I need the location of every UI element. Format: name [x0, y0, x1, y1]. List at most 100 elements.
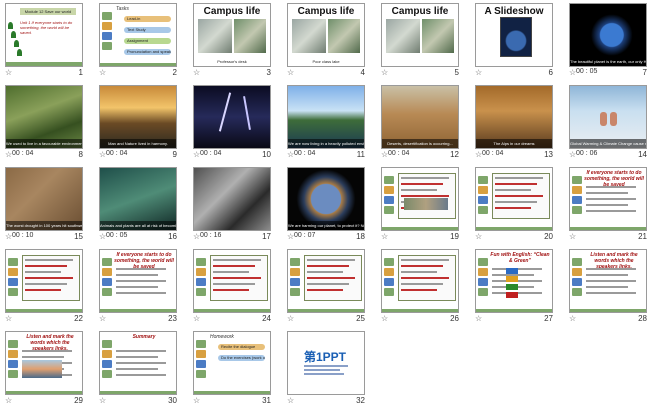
slide-thumbnail[interactable] — [287, 249, 365, 313]
slide-cell[interactable]: Campus life ☆ 5 — [378, 2, 470, 80]
slide-cell[interactable]: ☆ 24 — [190, 248, 282, 326]
slide-cell[interactable]: We are harming our planet, to protect it… — [284, 166, 376, 244]
slide-thumbnail[interactable]: Listen and mark the words which the spea… — [569, 249, 647, 313]
slide-thumbnail[interactable] — [193, 167, 271, 231]
slide-thumbnail[interactable]: If everyone starts to do something, the … — [99, 249, 177, 313]
slide-cell[interactable]: Man and Nature lived in harmony. ☆ 00 : 04… — [96, 84, 188, 162]
slide-cell[interactable]: Deserts, desertification is occurring...… — [378, 84, 470, 162]
slide-thumbnail[interactable]: Campus life Professor's desk — [193, 3, 271, 67]
slide-thumbnail[interactable] — [381, 249, 459, 313]
slide-title: Tasks — [116, 6, 129, 12]
slide-thumbnail[interactable] — [475, 167, 553, 231]
task-pill[interactable]: Lead-in — [124, 16, 171, 22]
slide-thumbnail[interactable]: The Alps in our dreams — [475, 85, 553, 149]
slide-cell[interactable]: ☆ 00 : 04 10 — [190, 84, 282, 162]
slide-cell[interactable]: The worst drought in 100 years hit south… — [2, 166, 94, 244]
text-line — [25, 259, 73, 261]
slide-info-bar: ☆ 21 — [569, 232, 647, 243]
slide-cell[interactable]: Global Warming & Climate Change cause ma… — [566, 84, 658, 162]
slide-cell[interactable]: Campus life Poor class lake ☆ 4 — [284, 2, 376, 80]
slide-thumbnail[interactable]: We are now living in a heavily polluted … — [287, 85, 365, 149]
sidebar-tab — [102, 268, 112, 276]
task-pill[interactable]: Recite the dialogue — [218, 344, 265, 350]
slide-thumbnail[interactable]: Man and Nature lived in harmony. — [99, 85, 177, 149]
slide-footer-band — [570, 227, 646, 230]
transition-star-icon: ☆ — [287, 68, 295, 77]
slide-thumbnail[interactable] — [193, 249, 271, 313]
sidebar-tab — [572, 176, 582, 184]
slide-number: 3 — [266, 68, 271, 77]
text-line — [25, 277, 73, 279]
slide-thumbnail[interactable]: The worst drought in 100 years hit south… — [5, 167, 83, 231]
slide-cell[interactable]: ☆ 19 — [378, 166, 470, 244]
slide-thumbnail[interactable]: Summary — [99, 331, 177, 395]
slide-info-bar: ☆ 22 — [5, 314, 83, 325]
sidebar-tab — [290, 288, 300, 296]
slide-cell[interactable]: A Slideshow ☆ 6 — [472, 2, 564, 80]
slide-cell[interactable]: ☆ 00 : 16 17 — [190, 166, 282, 244]
slide-cell[interactable]: ☆ 26 — [378, 248, 470, 326]
slide-info-bar: ☆ 6 — [475, 68, 553, 79]
slide-thumbnail[interactable]: We are harming our planet, to protect it… — [287, 167, 365, 231]
slide-thumbnail[interactable]: Module 12 Save our world Unit 1 If everyo… — [5, 3, 83, 67]
slide-cell[interactable]: Summary ☆ 30 — [96, 330, 188, 408]
slide-cell[interactable]: ☆ 20 — [472, 166, 564, 244]
slide-cell[interactable]: Tasks Lead-in Text Study Assignment Pronunci… — [96, 2, 188, 80]
task-pill[interactable]: Text Study — [124, 27, 171, 33]
slide-thumbnail[interactable]: Campus life Poor class lake — [287, 3, 365, 67]
task-pill[interactable]: Assignment — [124, 38, 171, 44]
slide-cell[interactable]: We used to live in a favourable environm… — [2, 84, 94, 162]
slide-thumbnail[interactable]: Homework Recite the dialogue Do the exerci… — [193, 331, 271, 395]
slide-cell[interactable]: Fun with English: “Clean & Green” ☆ 27 — [472, 248, 564, 326]
slide-number: 9 — [172, 150, 177, 159]
slide-cell[interactable]: If everyone starts to do something, the … — [566, 166, 658, 244]
slide-cell[interactable]: The beautiful planet is the earth, our o… — [566, 2, 658, 80]
slide-cell[interactable]: The Alps in our dreams ☆ 00 : 04 13 — [472, 84, 564, 162]
task-pill[interactable]: Pronunciation and speaking — [124, 49, 171, 55]
slide-thumbnail[interactable]: If everyone starts to do something, the … — [569, 167, 647, 231]
sidebar-tab — [8, 340, 18, 348]
slide-thumbnail[interactable] — [5, 249, 83, 313]
slide-thumbnail[interactable]: Fun with English: “Clean & Green” — [475, 249, 553, 313]
slide-info-bar: ☆ 00 : 16 17 — [193, 232, 271, 243]
slide-cell[interactable]: Campus life Professor's desk ☆ 3 — [190, 2, 282, 80]
slide-thumbnail[interactable]: Global Warming & Climate Change cause ma… — [569, 85, 647, 149]
slide-cell[interactable]: Module 12 Save our world Unit 1 If everyo… — [2, 2, 94, 80]
slide-thumbnail[interactable]: Campus life — [381, 3, 459, 67]
slide-number: 5 — [454, 68, 459, 77]
transition-star-icon: ☆ — [475, 314, 483, 323]
sidebar-tab — [572, 278, 582, 286]
slide-thumbnail[interactable]: Deserts, desertification is occurring... — [381, 85, 459, 149]
sidebar-tab — [8, 288, 18, 296]
slide-thumbnail[interactable]: Listen and mark the words which the spea… — [5, 331, 83, 395]
slide-cell[interactable]: Homework Recite the dialogue Do the exerci… — [190, 330, 282, 408]
slide-thumbnail[interactable] — [381, 167, 459, 231]
slide-thumbnail[interactable]: Animals and plants are all at risk of be… — [99, 167, 177, 231]
slide-subtitle: Module 12 Save our world — [24, 9, 72, 14]
slide-thumbnail[interactable] — [193, 85, 271, 149]
slide-info-bar: ☆ 00 : 07 18 — [287, 232, 365, 243]
slide-caption: The worst drought in 100 years hit south… — [6, 221, 82, 230]
slide-thumbnail[interactable]: We used to live in a favourable environm… — [5, 85, 83, 149]
slide-thumbnail[interactable]: A Slideshow — [475, 3, 553, 67]
slide-cell[interactable]: ☆ 25 — [284, 248, 376, 326]
slide-thumbnail[interactable]: The beautiful planet is the earth, our o… — [569, 3, 647, 67]
text-line — [25, 271, 61, 273]
slide-cell[interactable]: Listen and mark the words which the spea… — [566, 248, 658, 326]
sidebar-tab — [572, 268, 582, 276]
slide-thumbnail[interactable]: 第1PPT — [287, 331, 365, 395]
color-button — [506, 292, 518, 298]
transition-star-icon: ☆ — [381, 314, 389, 323]
slide-number: 14 — [638, 150, 647, 159]
slide-cell[interactable]: If everyone starts to do something, the … — [96, 248, 188, 326]
slide-cell[interactable]: 第1PPT ☆ 32 — [284, 330, 376, 408]
text-line — [401, 183, 443, 185]
slide-cell[interactable]: Animals and plants are all at risk of be… — [96, 166, 188, 244]
sidebar-tab — [8, 258, 18, 266]
task-pill[interactable]: Do the exercises (work on page 75) — [218, 355, 265, 361]
slide-cell[interactable]: We are now living in a heavily polluted … — [284, 84, 376, 162]
slide-cell[interactable]: Listen and mark the words which the spea… — [2, 330, 94, 408]
sidebar-tab — [196, 370, 206, 378]
slide-cell[interactable]: ☆ 22 — [2, 248, 94, 326]
slide-thumbnail[interactable]: Tasks Lead-in Text Study Assignment Pronunci… — [99, 3, 177, 67]
